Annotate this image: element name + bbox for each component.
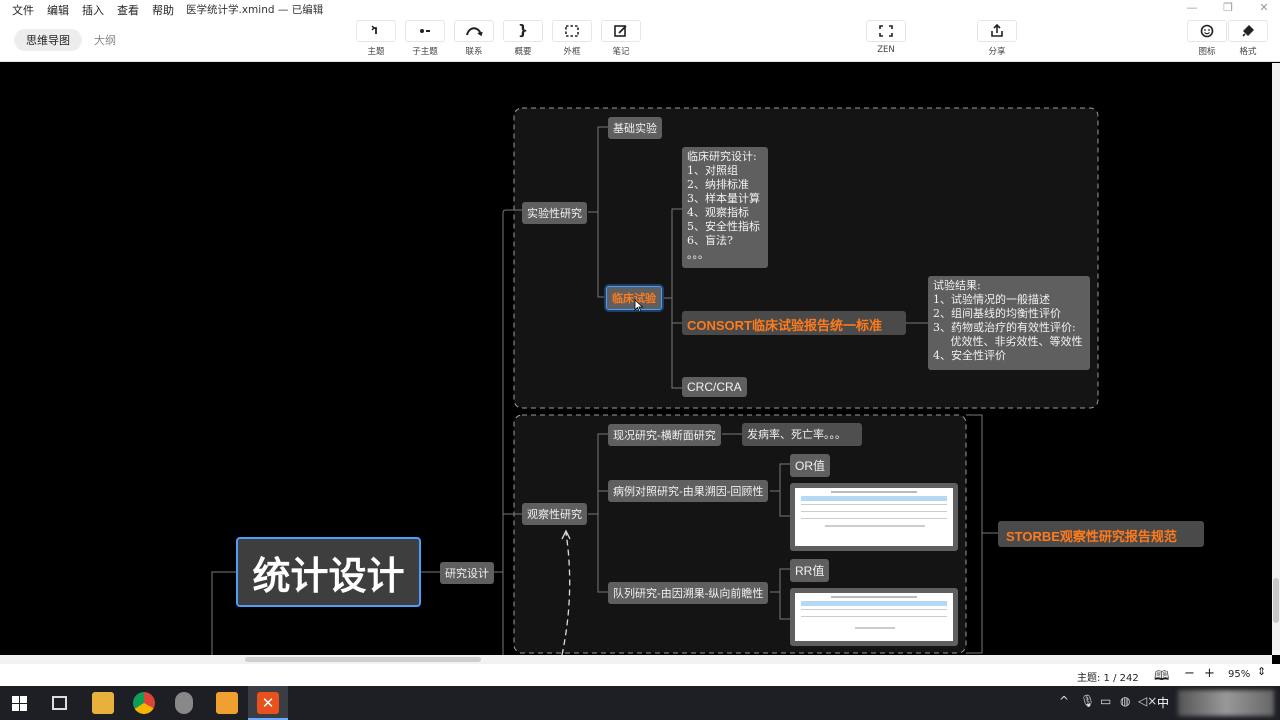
topic-count: 主题: 1 / 242 [1077, 673, 1139, 684]
clinical-design-note[interactable]: 临床研究设计: 1、对照组 2、纳排标准 3、样本量计算 4、观察指标 5、安全… [682, 147, 768, 268]
prevalence-node[interactable]: 发病率、死亡率。。。 [742, 423, 862, 446]
note-button[interactable]: 笔记 [601, 20, 641, 60]
case-control-node[interactable]: 病例对照研究-由果溯因-回顾性 [608, 480, 769, 502]
status-bar: 主题: 1 / 242 🕮 − + 95% ⇕ [0, 664, 1280, 686]
observational-node[interactable]: 观察性研究 [522, 503, 587, 525]
research-design-node[interactable]: 研究设计 [440, 562, 494, 584]
vertical-scrollbar[interactable] [1272, 63, 1280, 655]
boundary-button[interactable]: 外框 [552, 20, 592, 60]
subtopic-button[interactable]: 子主题 [405, 20, 445, 60]
network-icon[interactable]: ◍ [1120, 694, 1130, 708]
zoom-level[interactable]: 95% [1228, 669, 1250, 680]
relationship-label: 联系 [465, 47, 483, 57]
share-button[interactable]: 分享 [977, 20, 1017, 60]
file-explorer-icon[interactable] [92, 692, 114, 714]
central-topic[interactable]: 统计设计 [236, 537, 421, 607]
summary-button[interactable]: } 概要 [503, 20, 543, 60]
sticker-button[interactable]: 图标 [1187, 20, 1227, 60]
sticker-icon [1187, 20, 1227, 42]
mindmap-canvas[interactable]: 统计设计 研究设计 实验性研究 基础实验 临床试验 临床研究设计: 1、对照组 … [0, 63, 1272, 655]
note-label: 笔记 [612, 47, 630, 57]
relationship-button[interactable]: 联系 [454, 20, 494, 60]
relationship-icon [454, 20, 494, 42]
trial-result-note[interactable]: 试验结果: 1、试验情况的一般描述 2、组间基线的均衡性评价 3、药物或治疗的有… [928, 276, 1090, 370]
case-control-table-image[interactable] [790, 483, 958, 551]
menu-insert[interactable]: 插入 [82, 2, 104, 18]
xmind-app: 文件 编辑 插入 查看 帮助 医学统计学.xmind — 已编辑 — ❐ ✕ 思… [0, 0, 1280, 720]
format-label: 格式 [1239, 47, 1257, 57]
close-icon[interactable]: ✕ [1254, 1, 1274, 17]
consort-node[interactable]: CONSORT临床试验报告统一标准 [682, 311, 906, 335]
menu-edit[interactable]: 编辑 [47, 2, 69, 18]
tab-mindmap[interactable]: 思维导图 [14, 29, 82, 51]
battery-icon[interactable]: ▭ [1100, 694, 1111, 708]
format-icon [1228, 20, 1268, 42]
cohort-node[interactable]: 队列研究-由因溯果-纵向前瞻性 [608, 582, 769, 604]
menu-help[interactable]: 帮助 [152, 2, 174, 18]
zoom-in-icon[interactable]: + [1204, 666, 1215, 681]
rr-value-node[interactable]: RR值 [790, 559, 830, 582]
crc-node[interactable]: CRC/CRA [682, 377, 747, 397]
mouse-cursor-icon [634, 299, 644, 313]
central-topic-label: 统计设计 [252, 553, 405, 598]
cross-sectional-node[interactable]: 现况研究-横断面研究 [608, 424, 721, 446]
windows-start-icon[interactable] [12, 696, 27, 711]
note-icon [601, 20, 641, 42]
app-orange-icon[interactable] [216, 692, 238, 714]
restore-icon[interactable]: ❐ [1218, 1, 1238, 17]
microphone-tray-icon[interactable]: 🎙 [1080, 694, 1095, 708]
summary-label: 概要 [514, 47, 532, 57]
cohort-table-image[interactable] [790, 588, 958, 646]
menu-bar: 文件 编辑 插入 查看 帮助 医学统计学.xmind — 已编辑 — ❐ ✕ [0, 0, 1280, 18]
share-label: 分享 [988, 47, 1006, 57]
view-switcher: 思维导图 大纲 [14, 29, 128, 51]
menu-view[interactable]: 查看 [117, 2, 139, 18]
sticker-label: 图标 [1198, 47, 1216, 57]
task-view-icon[interactable] [52, 696, 67, 710]
subtopic-icon [405, 20, 445, 42]
summary-icon: } [503, 20, 543, 42]
vertical-scroll-thumb[interactable] [1273, 578, 1279, 623]
zoom-out-icon[interactable]: − [1184, 666, 1195, 681]
experimental-node[interactable]: 实验性研究 [522, 202, 587, 224]
xmind-task-icon[interactable]: ✕ [248, 686, 288, 720]
topic-icon [356, 20, 396, 42]
boundary-icon [552, 20, 592, 42]
minimize-icon[interactable]: — [1182, 1, 1202, 17]
tray-chevron-icon[interactable]: ^ [1059, 694, 1069, 708]
subtopic-label: 子主题 [412, 47, 438, 57]
ime-indicator[interactable]: 中 [1157, 694, 1169, 711]
strobe-node[interactable]: STORBE观察性研究报告规范 [998, 521, 1204, 547]
or-value-node[interactable]: OR值 [790, 454, 831, 477]
basic-experiment-node[interactable]: 基础实验 [608, 117, 662, 139]
clock-area[interactable] [1178, 690, 1274, 716]
share-icon [977, 20, 1017, 42]
boundary-label: 外框 [563, 47, 581, 57]
volume-icon[interactable]: ◁× [1138, 694, 1157, 708]
format-button[interactable]: 格式 [1228, 20, 1268, 60]
zen-label: ZEN [877, 45, 895, 55]
topic-label: 主题 [367, 47, 385, 57]
toolbar: 思维导图 大纲 主题 子主题 联系 } 概要 外框 笔记 ZEN 分享 图标 格… [0, 18, 1280, 62]
document-title: 医学统计学.xmind — 已编辑 [186, 4, 324, 16]
windows-taskbar: ✕ ^ 🎙 ▭ ◍ ◁× 中 [0, 686, 1280, 720]
menu-file[interactable]: 文件 [12, 2, 34, 18]
chrome-icon[interactable] [133, 692, 155, 714]
zen-button[interactable]: ZEN [866, 20, 906, 60]
microphone-icon[interactable] [175, 692, 193, 714]
topic-button[interactable]: 主题 [356, 20, 396, 60]
zen-icon [866, 20, 906, 42]
zoom-toggle-icon[interactable]: ⇕ [1257, 665, 1266, 678]
horizontal-scrollbar[interactable] [0, 655, 1272, 664]
tab-outline[interactable]: 大纲 [82, 29, 128, 51]
horizontal-scroll-thumb[interactable] [245, 657, 481, 662]
